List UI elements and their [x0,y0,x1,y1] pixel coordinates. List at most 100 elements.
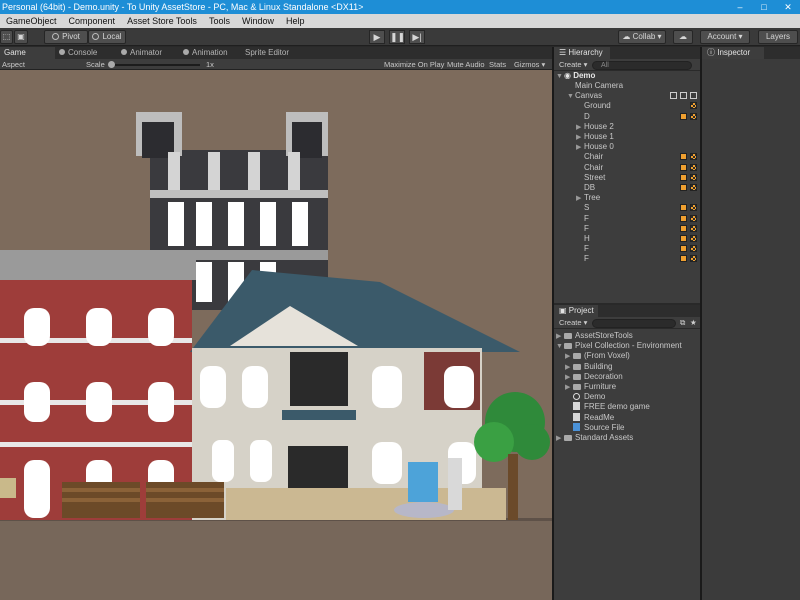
image-component-icon [680,204,687,212]
hierarchy-item[interactable]: Chair [576,152,603,162]
collab-button[interactable]: ☁ Collab ▾ [618,30,666,44]
menu-tools[interactable]: Tools [203,16,236,26]
project-item[interactable]: ▼ Pixel Collection - Environment [556,341,682,351]
maximize-on-play-toggle[interactable]: Maximize On Play [384,59,444,70]
pause-button[interactable]: ❚❚ [389,30,405,44]
filter-icon[interactable]: ⧉ [680,318,685,328]
image-component-icon [680,184,687,191]
favorite-icon[interactable]: ★ [690,318,697,328]
minimize-icon[interactable]: – [728,0,752,14]
folder-icon [573,373,581,380]
tab-animator[interactable]: Animator [117,47,179,59]
window-title: Personal (64bit) - Demo.unity - To Unity… [2,2,364,12]
stats-toggle[interactable]: Stats [489,59,506,70]
hierarchy-item[interactable]: S [576,203,589,213]
cloud-button[interactable]: ☁ [673,30,693,44]
scale-slider-handle[interactable] [108,61,115,68]
hierarchy-item-label: DB [584,183,596,192]
project-item-label: AssetStoreTools [575,331,633,340]
gizmos-dropdown[interactable]: Gizmos ▾ [514,59,545,70]
sprite-icon [690,245,697,253]
hierarchy-item[interactable]: DB [576,183,595,193]
tab-hierarchy[interactable]: ☰ Hierarchy [554,47,610,59]
tab-sprite-editor[interactable]: Sprite Editor [241,47,311,59]
hierarchy-item[interactable]: Street [576,173,605,183]
pivot-button[interactable]: Pivot [44,30,88,44]
hierarchy-item[interactable]: D [576,112,590,122]
hierarchy-item-label: H [584,234,590,243]
folder-icon [573,384,581,390]
hierarchy-item[interactable]: ▼Canvas [567,91,602,101]
rect-tool-button[interactable]: ⬚ [0,30,13,44]
scene-root-demo[interactable]: ▼◉ Demo [556,71,595,81]
project-create-dropdown[interactable]: Create ▾ [559,318,587,328]
project-item[interactable]: ▶ Furniture [565,382,616,392]
hierarchy-create-dropdown[interactable]: Create ▾ [559,60,587,70]
project-item[interactable]: FREE demo game [565,402,650,412]
menu-bar: GameObject Component Asset Store Tools T… [0,14,800,28]
menu-gameobject[interactable]: GameObject [0,16,63,26]
hierarchy-item-label: S [584,203,590,213]
project-item[interactable]: Demo [565,392,605,402]
hierarchy-item[interactable]: Chair [576,163,603,173]
hierarchy-tree: ▼◉ Demo Main Camera ▼Canvas Ground D ▶ House … [554,71,700,303]
project-item-label: Building [584,361,613,371]
game-viewport[interactable] [0,70,552,600]
aspect-dropdown[interactable]: Aspect [2,59,25,70]
step-button[interactable]: ▶| [409,30,425,44]
hierarchy-item[interactable]: F [576,254,589,264]
tab-inspector[interactable]: ⓘ Inspector [702,47,764,59]
hierarchy-item[interactable]: ▶ House 2 [576,122,614,132]
hierarchy-item[interactable]: F [576,214,589,224]
hierarchy-item-label: Tree [584,193,601,203]
expand-arrow-icon[interactable]: ▼ [567,92,575,102]
close-icon[interactable]: ✕ [776,0,800,14]
hierarchy-item-label: Street [584,172,606,182]
account-button[interactable]: Account ▾ [700,30,750,44]
unity-scene-icon [573,393,580,401]
layers-button[interactable]: Layers [758,30,798,44]
hierarchy-item[interactable]: Main Camera [567,81,623,91]
project-item[interactable]: ▶ Building [565,362,612,372]
project-search-input[interactable] [592,319,676,328]
maximize-icon[interactable]: □ [752,0,776,14]
project-item[interactable]: ▶ AssetStoreTools [556,331,633,341]
project-item-label: Furniture [584,382,617,391]
tab-console[interactable]: Console [55,47,117,59]
hierarchy-item[interactable]: ▶ House 0 [576,142,614,152]
project-item[interactable]: ▶ (From Voxel) [565,351,630,361]
project-item[interactable]: ▶ Decoration [565,372,623,382]
tab-game[interactable]: Game [0,47,55,59]
expand-arrow-icon[interactable]: ▶ [556,434,564,444]
hierarchy-item-label: Ground [584,101,611,111]
play-button[interactable]: ▶ [369,30,385,44]
expand-arrow-icon[interactable]: ▼ [556,342,564,352]
tab-project[interactable]: ▣ Project [554,305,598,317]
hierarchy-search-input[interactable]: All [592,61,692,70]
project-item-label: Demo [584,392,606,402]
hierarchy-item[interactable]: Ground [576,101,611,111]
animator-icon [121,49,127,55]
hierarchy-item[interactable]: F [576,244,589,254]
canvas-scaler-icon [680,92,687,100]
project-item[interactable]: Source File [565,422,624,433]
project-item[interactable]: ReadMe [565,412,614,423]
hierarchy-item[interactable]: F [576,224,589,234]
transform-tool-button[interactable]: ▣ [14,30,28,44]
menu-asset-store-tools[interactable]: Asset Store Tools [121,16,203,26]
local-button[interactable]: Local [88,30,126,44]
hierarchy-item-label: F [584,244,589,254]
scale-slider-track[interactable] [112,64,200,66]
menu-component[interactable]: Component [63,16,122,26]
menu-help[interactable]: Help [280,16,311,26]
hierarchy-item[interactable]: ▶ Tree [576,193,600,203]
tab-animation[interactable]: Animation [179,47,241,59]
source-file-icon [573,422,580,431]
project-item[interactable]: ▶ Standard Assets [556,433,633,443]
mute-audio-toggle[interactable]: Mute Audio [447,59,485,70]
menu-window[interactable]: Window [236,16,280,26]
sprite-icon [690,184,697,191]
hierarchy-item[interactable]: ▶ House 1 [576,132,614,142]
document-icon [573,402,580,411]
hierarchy-item[interactable]: H [576,234,590,244]
